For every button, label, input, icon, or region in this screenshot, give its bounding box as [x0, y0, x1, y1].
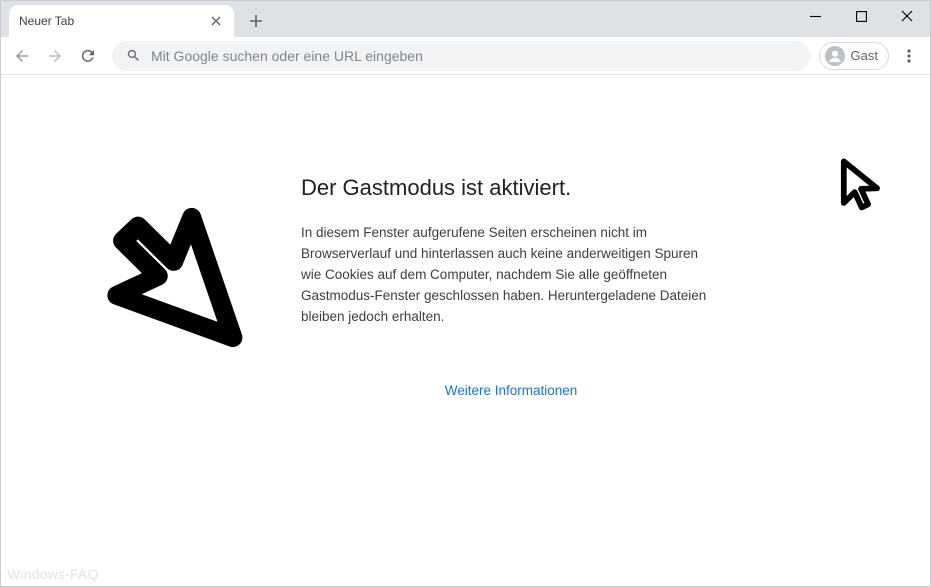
- tab[interactable]: Neuer Tab: [9, 5, 234, 37]
- forward-button[interactable]: [40, 41, 70, 71]
- profile-label: Gast: [851, 48, 878, 63]
- profile-button[interactable]: Gast: [819, 42, 889, 70]
- search-icon: [126, 48, 141, 63]
- watermark: Windows-FAQ: [7, 566, 99, 582]
- maximize-button[interactable]: [838, 1, 884, 31]
- toolbar: Mit Google suchen oder eine URL eingeben…: [1, 37, 930, 75]
- new-tab-button[interactable]: [242, 7, 270, 35]
- window-controls: [792, 1, 930, 31]
- page-body: In diesem Fenster aufgerufene Seiten ers…: [301, 223, 721, 328]
- minimize-button[interactable]: [792, 1, 838, 31]
- avatar-icon: [825, 46, 845, 66]
- reload-button[interactable]: [73, 41, 103, 71]
- learn-more-link[interactable]: Weitere Informationen: [301, 383, 721, 398]
- menu-button[interactable]: [894, 41, 924, 71]
- close-window-button[interactable]: [884, 1, 930, 31]
- omnibox-placeholder: Mit Google suchen oder eine URL eingeben: [151, 48, 423, 64]
- annotation-cursor-left: [59, 136, 303, 380]
- page-content: Der Gastmodus ist aktiviert. In diesem F…: [1, 75, 930, 586]
- annotation-cursor-right: [831, 155, 895, 219]
- back-button[interactable]: [7, 41, 37, 71]
- tab-strip: Neuer Tab: [1, 1, 930, 37]
- omnibox[interactable]: Mit Google suchen oder eine URL eingeben: [112, 41, 810, 71]
- tab-title: Neuer Tab: [19, 14, 208, 28]
- close-tab-icon[interactable]: [208, 13, 224, 29]
- page-headline: Der Gastmodus ist aktiviert.: [301, 175, 721, 201]
